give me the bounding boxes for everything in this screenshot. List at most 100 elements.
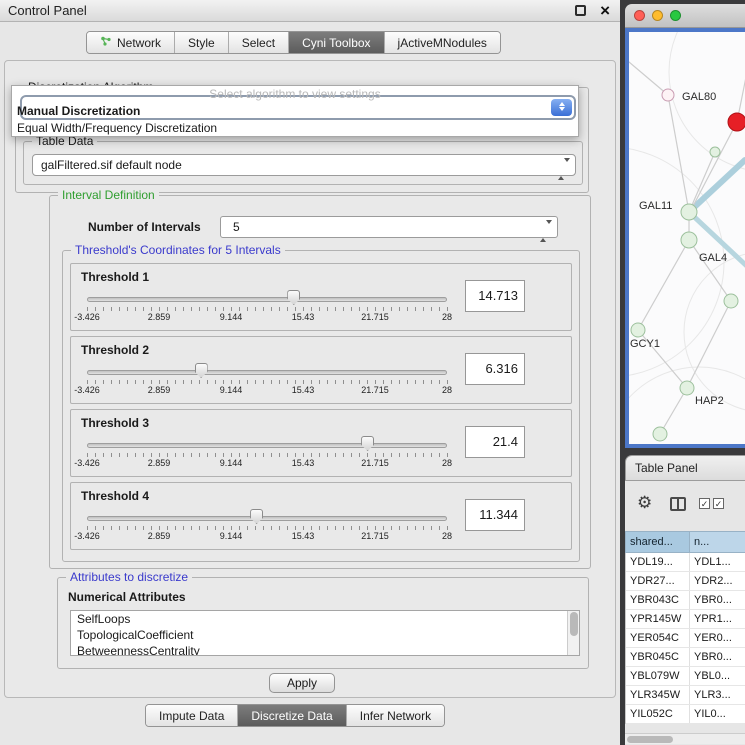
attribute-list-item[interactable]: SelfLoops <box>71 611 579 627</box>
table-cell[interactable]: YIL0... <box>690 705 745 723</box>
slider-thumb[interactable] <box>250 509 263 524</box>
table-cell[interactable]: YDL19... <box>626 553 690 571</box>
slider-track[interactable] <box>87 297 447 302</box>
table-cell[interactable]: YDR2... <box>690 572 745 590</box>
table-cell[interactable]: YBR0... <box>690 591 745 609</box>
close-icon[interactable]: × <box>600 0 610 22</box>
dropdown-option[interactable]: Manual Discretization <box>12 103 578 120</box>
network-canvas[interactable]: GAL80GAL11GAL4GCY1HAP2 <box>629 32 745 444</box>
control-panel-titlebar[interactable]: Control Panel × <box>0 0 620 22</box>
tab[interactable]: jActiveMNodules <box>385 32 500 53</box>
table-column-header[interactable]: shared... <box>625 531 689 553</box>
network-node[interactable] <box>631 323 645 337</box>
table-body: YDL19... YDL1... YDR27... YDR2... YBR043… <box>625 553 745 724</box>
table-cell[interactable]: YLR3... <box>690 686 745 704</box>
columns-icon[interactable] <box>670 497 686 511</box>
scrollbar-thumb[interactable] <box>627 736 673 743</box>
horizontal-scrollbar[interactable] <box>625 733 745 744</box>
network-node[interactable] <box>680 381 694 395</box>
tab-label: Infer Network <box>360 709 431 723</box>
table-panel-titlebar[interactable]: Table Panel <box>625 455 745 481</box>
group-title: Threshold's Coordinates for 5 Intervals <box>71 243 285 257</box>
slider-thumb[interactable] <box>287 290 300 305</box>
tab[interactable]: Cyni Toolbox <box>289 32 384 53</box>
table-row[interactable]: YBL079W YBL0... <box>626 667 745 686</box>
select-shown-columns-icon[interactable]: ✓ <box>713 498 724 509</box>
network-window-titlebar[interactable] <box>625 4 745 28</box>
tab[interactable]: Network <box>87 32 175 53</box>
list-scrollbar[interactable] <box>567 611 579 655</box>
slider-track[interactable] <box>87 516 447 521</box>
slider-track[interactable] <box>87 370 447 375</box>
numerical-attributes-list[interactable]: SelfLoops TopologicalCoefficient Between… <box>70 610 580 656</box>
tab[interactable]: Infer Network <box>347 705 444 726</box>
table-data-combobox[interactable]: galFiltered.sif default node <box>32 154 576 176</box>
table-cell[interactable]: YDR27... <box>626 572 690 590</box>
table-row[interactable]: YLR345W YLR3... <box>626 686 745 705</box>
dropdown-option[interactable]: Equal Width/Frequency Discretization <box>12 120 578 137</box>
tab-label: Network <box>117 36 161 50</box>
table-row[interactable]: YDL19... YDL1... <box>626 553 745 572</box>
slider-scale-label: 28 <box>442 458 452 468</box>
threshold-slider[interactable]: -3.4262.8599.14415.4321.71528 <box>87 359 449 401</box>
threshold-value-field[interactable]: 6.316 <box>465 353 525 385</box>
threshold-value-field[interactable]: 21.4 <box>465 426 525 458</box>
threshold-slider[interactable]: -3.4262.8599.14415.4321.71528 <box>87 432 449 474</box>
table-cell[interactable]: YBR045C <box>626 648 690 666</box>
table-cell[interactable]: YPR145W <box>626 610 690 628</box>
threshold-value-field[interactable]: 11.344 <box>465 499 525 531</box>
table-cell[interactable]: YIL052C <box>626 705 690 723</box>
attribute-list-item[interactable]: TopologicalCoefficient <box>71 627 579 643</box>
apply-button[interactable]: Apply <box>269 673 335 693</box>
tab[interactable]: Style <box>175 32 229 53</box>
attribute-list-item[interactable]: BetweennessCentrality <box>71 643 579 656</box>
slider-scale-label: 21.715 <box>361 458 389 468</box>
float-window-icon[interactable] <box>575 5 586 16</box>
slider-thumb[interactable] <box>361 436 374 451</box>
threshold-slider[interactable]: -3.4262.8599.14415.4321.71528 <box>87 286 449 328</box>
tab[interactable]: Impute Data <box>146 705 238 726</box>
table-row[interactable]: YBR043C YBR0... <box>626 591 745 610</box>
zoom-traffic-light-icon[interactable] <box>670 10 681 21</box>
network-node[interactable] <box>653 427 667 441</box>
settings-gear-icon[interactable]: ⚙ <box>637 493 652 513</box>
close-traffic-light-icon[interactable] <box>634 10 645 21</box>
slider-track[interactable] <box>87 443 447 448</box>
scrollbar-thumb[interactable] <box>570 612 578 636</box>
table-column-header[interactable]: n... <box>689 531 745 553</box>
threshold-slider[interactable]: -3.4262.8599.14415.4321.71528 <box>87 505 449 547</box>
spinner-stepper[interactable] <box>540 221 552 241</box>
slider-ticks <box>87 380 448 384</box>
table-cell[interactable]: YER054C <box>626 629 690 647</box>
table-cell[interactable]: YER0... <box>690 629 745 647</box>
network-node[interactable] <box>710 147 720 157</box>
network-node[interactable] <box>681 232 697 248</box>
network-node[interactable] <box>681 204 697 220</box>
minimize-traffic-light-icon[interactable] <box>652 10 663 21</box>
threshold-value-field[interactable]: 14.713 <box>465 280 525 312</box>
attribute-items: SelfLoops TopologicalCoefficient Between… <box>71 611 579 656</box>
table-cell[interactable]: YBL079W <box>626 667 690 685</box>
network-node[interactable] <box>728 113 745 131</box>
tab[interactable]: Discretize Data <box>238 705 346 726</box>
select-all-columns-icon[interactable]: ✓ <box>699 498 710 509</box>
slider-scale-label: -3.426 <box>74 385 100 395</box>
table-row[interactable]: YIL052C YIL0... <box>626 705 745 724</box>
table-panel-title: Table Panel <box>635 461 698 475</box>
table-row[interactable]: YPR145W YPR1... <box>626 610 745 629</box>
table-row[interactable]: YER054C YER0... <box>626 629 745 648</box>
tab[interactable]: Select <box>229 32 289 53</box>
table-cell[interactable]: YLR345W <box>626 686 690 704</box>
table-cell[interactable]: YBL0... <box>690 667 745 685</box>
slider-thumb[interactable] <box>195 363 208 378</box>
network-node[interactable] <box>662 89 674 101</box>
table-row[interactable]: YDR27... YDR2... <box>626 572 745 591</box>
table-cell[interactable]: YBR043C <box>626 591 690 609</box>
table-row[interactable]: YBR045C YBR0... <box>626 648 745 667</box>
combobox-stepper[interactable] <box>558 159 570 179</box>
table-cell[interactable]: YPR1... <box>690 610 745 628</box>
table-cell[interactable]: YBR0... <box>690 648 745 666</box>
network-node[interactable] <box>724 294 738 308</box>
number-of-intervals-spinner[interactable]: 5 <box>220 216 558 238</box>
table-cell[interactable]: YDL1... <box>690 553 745 571</box>
